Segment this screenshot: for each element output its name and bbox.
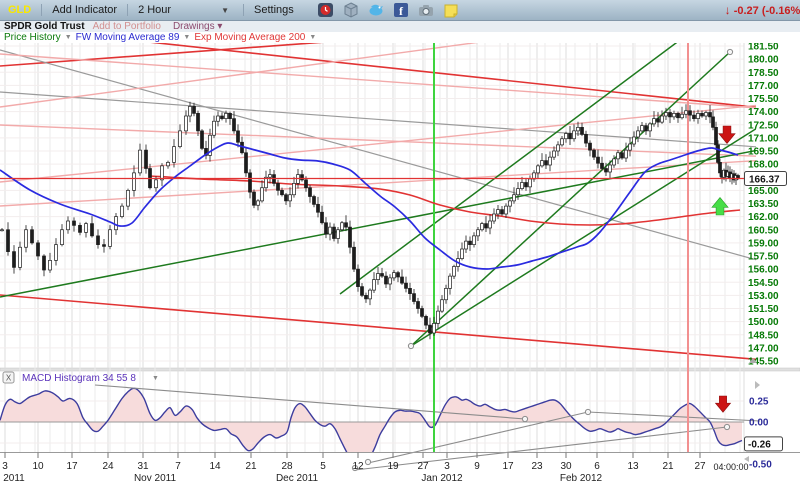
svg-text:Jan 2012: Jan 2012 [421, 473, 463, 484]
svg-text:166.37: 166.37 [749, 174, 780, 185]
svg-text:2011: 2011 [3, 473, 25, 484]
svg-text:9: 9 [474, 461, 480, 472]
settings-button[interactable]: Settings [254, 4, 294, 16]
camera-icon[interactable] [418, 2, 434, 18]
svg-text:174.00: 174.00 [748, 107, 779, 118]
svg-text:177.00: 177.00 [748, 81, 779, 92]
svg-text:169.50: 169.50 [748, 147, 779, 158]
svg-text:162.00: 162.00 [748, 212, 779, 223]
svg-text:28: 28 [281, 461, 293, 472]
svg-text:159.00: 159.00 [748, 238, 779, 249]
toolbar-separator [41, 4, 43, 16]
svg-text:Feb 2012: Feb 2012 [560, 473, 603, 484]
svg-text:3: 3 [444, 461, 450, 472]
down-arrow-icon: ↓ [724, 3, 731, 17]
twitter-icon[interactable] [368, 2, 384, 18]
svg-text:157.50: 157.50 [748, 252, 779, 263]
svg-text:19: 19 [387, 461, 399, 472]
add-to-portfolio-link[interactable]: Add to Portfolio [93, 21, 161, 32]
note-icon[interactable] [443, 2, 459, 18]
svg-text:3: 3 [2, 461, 8, 472]
svg-text:13: 13 [627, 461, 639, 472]
svg-text:27: 27 [694, 461, 706, 472]
current-price-box: 166.37 [744, 171, 787, 186]
svg-text:27: 27 [417, 461, 429, 472]
price-change-readout: ↓ -0.27 (-0.16%) [725, 3, 800, 17]
svg-text:31: 31 [137, 461, 149, 472]
chevron-down-icon[interactable]: ▼ [65, 34, 72, 41]
svg-text:-0.26: -0.26 [748, 440, 771, 451]
symbol-info-bar: SPDR Gold Trust Add to Portfolio Drawing… [0, 21, 800, 32]
svg-text:150.00: 150.00 [748, 317, 779, 328]
ma200-menu[interactable]: Exp Moving Average 200 [194, 32, 305, 43]
macd-value-box: -0.26 [744, 436, 783, 452]
svg-text:6: 6 [594, 461, 600, 472]
svg-text:-0.50: -0.50 [749, 460, 772, 471]
toolbar-separator [127, 4, 129, 16]
svg-text:171.00: 171.00 [748, 133, 779, 144]
svg-text:181.50: 181.50 [748, 42, 779, 53]
top-toolbar: GLD Add Indicator 2 Hour ▼ Settings f ↓ … [0, 0, 800, 21]
change-value: -0.27 (-0.16%) [733, 5, 800, 17]
svg-text:154.50: 154.50 [748, 278, 779, 289]
svg-text:X: X [6, 374, 12, 383]
svg-text:5: 5 [320, 461, 326, 472]
indicator-legend-bar: Price History ▼ FW Moving Average 89 ▼ E… [0, 32, 800, 43]
svg-text:24: 24 [102, 461, 114, 472]
price-axis: 181.50 180.00 178.50 177.00 175.50 174.00 172.… [748, 42, 779, 368]
svg-text:151.50: 151.50 [748, 304, 779, 315]
svg-text:21: 21 [245, 461, 257, 472]
toolbar-separator [243, 4, 245, 16]
chart-canvas[interactable]: 181.50 180.00 178.50 177.00 175.50 174.00 172.… [0, 0, 800, 487]
drawings-menu[interactable]: Drawings ▾ [173, 21, 223, 32]
svg-text:12: 12 [352, 461, 364, 472]
price-history-menu[interactable]: Price History [4, 32, 61, 43]
svg-text:30: 30 [560, 461, 572, 472]
chevron-down-icon[interactable]: ▼ [152, 375, 159, 382]
chevron-down-icon[interactable]: ▼ [183, 34, 190, 41]
chevron-down-icon[interactable]: ▼ [309, 34, 316, 41]
svg-text:168.00: 168.00 [748, 160, 779, 171]
svg-text:156.00: 156.00 [748, 265, 779, 276]
svg-text:153.00: 153.00 [748, 291, 779, 302]
svg-text:10: 10 [32, 461, 44, 472]
svg-text:14: 14 [209, 461, 221, 472]
svg-text:0.00: 0.00 [749, 418, 769, 429]
svg-text:0.25: 0.25 [749, 397, 769, 408]
svg-text:17: 17 [66, 461, 78, 472]
svg-text:148.50: 148.50 [748, 330, 779, 341]
ma89-menu[interactable]: FW Moving Average 89 [76, 32, 180, 43]
svg-text:178.50: 178.50 [748, 68, 779, 79]
svg-text:147.00: 147.00 [748, 343, 779, 354]
alarm-icon[interactable] [317, 2, 334, 18]
timeframe-dropdown-icon[interactable]: ▼ [221, 6, 229, 15]
svg-text:Nov 2011: Nov 2011 [134, 473, 177, 484]
macd-header: X MACD Histogram 34 55 8 ▼ [2, 371, 159, 384]
facebook-icon[interactable]: f [393, 2, 409, 18]
symbol-full-name: SPDR Gold Trust [4, 21, 85, 32]
svg-text:163.50: 163.50 [748, 199, 779, 210]
trading-app-window: { "toolbar": { "symbol": "GLD", "add_ind… [0, 0, 800, 487]
svg-text:Dec 2011: Dec 2011 [276, 473, 319, 484]
svg-text:17: 17 [502, 461, 514, 472]
svg-text:175.50: 175.50 [748, 94, 779, 105]
svg-text:180.00: 180.00 [748, 55, 779, 66]
macd-label[interactable]: MACD Histogram 34 55 8 [22, 373, 136, 384]
svg-text:172.50: 172.50 [748, 120, 779, 131]
svg-text:165.00: 165.00 [748, 186, 779, 197]
svg-text:21: 21 [662, 461, 674, 472]
svg-text:160.50: 160.50 [748, 225, 779, 236]
svg-text:04:00:00: 04:00:00 [713, 462, 748, 472]
symbol-label: GLD [8, 4, 32, 16]
timeframe-select[interactable]: 2 Hour [138, 4, 171, 16]
svg-text:23: 23 [531, 461, 543, 472]
add-indicator-button[interactable]: Add Indicator [52, 4, 117, 16]
cube-icon[interactable] [343, 2, 359, 18]
svg-text:7: 7 [175, 461, 181, 472]
